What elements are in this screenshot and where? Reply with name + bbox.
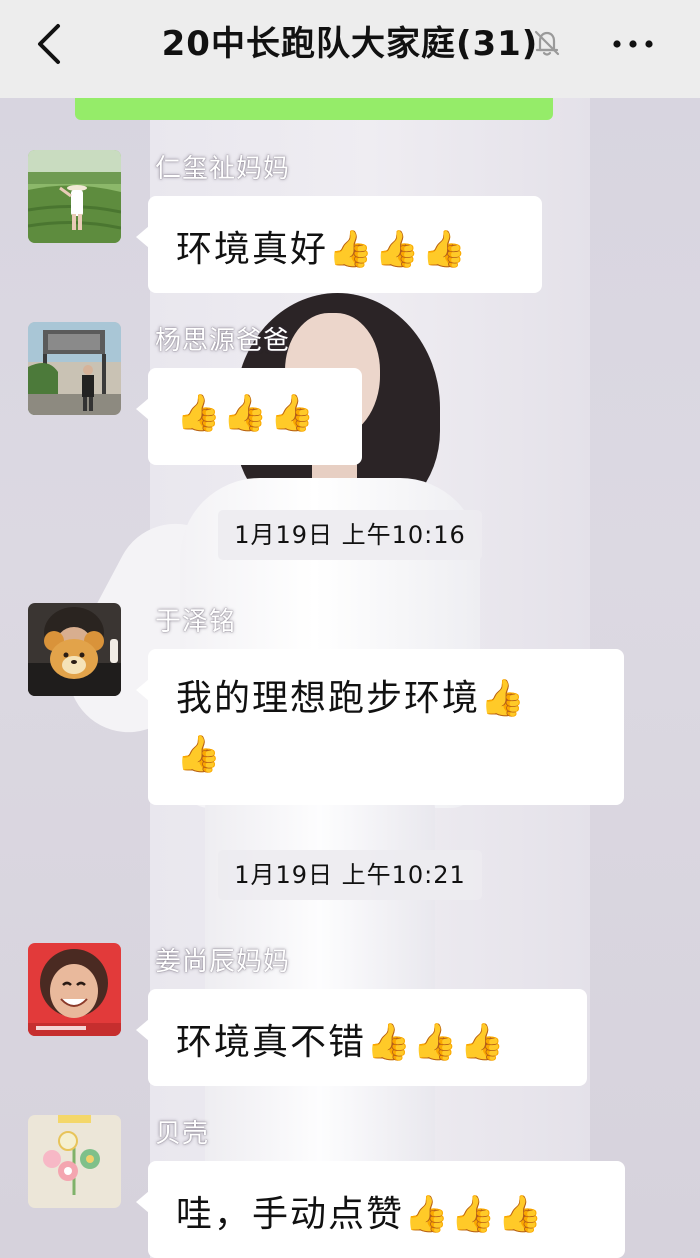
message-bubble[interactable]: 👍👍👍 [136, 368, 362, 465]
message-text: 👍👍👍 [176, 393, 317, 434]
message-bubble[interactable]: 环境真不错👍👍👍 [136, 989, 587, 1086]
avatar[interactable] [28, 150, 121, 243]
sender-name: 仁玺祉妈妈 [155, 154, 291, 184]
message-text: 我的理想跑步环境👍 [176, 678, 527, 719]
message-bubble[interactable]: 环境真好👍👍👍 [136, 196, 542, 293]
sender-name: 姜尚辰妈妈 [155, 947, 291, 977]
message-text: 👍 [176, 734, 223, 775]
chat-title: 20中长跑队大家庭(31) [161, 24, 539, 64]
timestamp-divider: 1月19日 上午10:21 [218, 850, 482, 900]
message-text: 环境真不错👍👍👍 [176, 1022, 507, 1063]
message-item: 贝壳 哇，手动点赞👍👍👍 [0, 1115, 700, 1258]
message-text: 哇，手动点赞👍👍👍 [176, 1194, 545, 1235]
avatar[interactable] [28, 1115, 121, 1208]
bell-muted-icon [534, 30, 560, 56]
sender-name: 贝壳 [155, 1119, 210, 1149]
message-item: 于泽铭 我的理想跑步环境👍 👍 [0, 603, 700, 813]
sender-name: 杨思源爸爸 [155, 326, 291, 356]
avatar[interactable] [28, 943, 121, 1036]
timestamp-divider: 1月19日 上午10:16 [218, 510, 482, 560]
message-item: 杨思源爸爸 👍👍👍 [0, 322, 700, 472]
more-horizontal-icon[interactable] [605, 22, 661, 66]
avatar[interactable] [28, 322, 121, 415]
sender-name: 于泽铭 [155, 607, 237, 637]
previous-self-message-bubble[interactable] [75, 98, 553, 120]
chat-header: 20中长跑队大家庭(31) [0, 0, 700, 98]
message-bubble[interactable]: 我的理想跑步环境👍 👍 [136, 649, 624, 805]
message-item: 姜尚辰妈妈 环境真不错👍👍👍 [0, 943, 700, 1093]
message-bubble[interactable]: 哇，手动点赞👍👍👍 [136, 1161, 625, 1258]
message-item: 仁玺祉妈妈 环境真好👍👍👍 [0, 150, 700, 300]
avatar[interactable] [28, 603, 121, 696]
message-text: 环境真好👍👍👍 [176, 229, 469, 270]
